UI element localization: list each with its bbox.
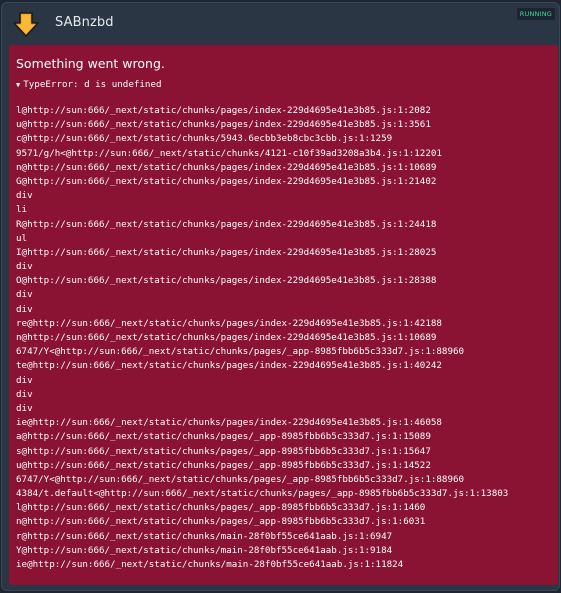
stack-frame: 6747/Y<@http://sun:666/_next/static/chun… [16, 346, 465, 358]
stack-trace: l@http://sun:666/_next/static/chunks/pag… [16, 104, 558, 572]
stack-frame: div [16, 402, 33, 414]
stack-frame: u@http://sun:666/_next/static/chunks/pag… [16, 459, 431, 471]
error-message: TypeError: d is undefined [23, 79, 162, 90]
app-widget-card: SABnzbd RUNNING Something went wrong. ▼ T… [1, 2, 560, 591]
stack-frame: div [16, 388, 33, 400]
stack-frame: div [16, 374, 33, 386]
error-panel: Something went wrong. ▼ TypeError: d is u… [9, 45, 558, 585]
stack-frame: s@http://sun:666/_next/static/chunks/pag… [16, 445, 431, 457]
error-title: Something went wrong. [16, 56, 165, 71]
stack-frame: re@http://sun:666/_next/static/chunks/pa… [16, 317, 442, 329]
stack-frame: te@http://sun:666/_next/static/chunks/pa… [16, 360, 442, 372]
stack-frame: O@http://sun:666/_next/static/chunks/pag… [16, 275, 437, 287]
widget-header: SABnzbd RUNNING [2, 3, 559, 43]
stack-frame: ie@http://sun:666/_next/static/chunks/ma… [16, 559, 404, 570]
stack-frame: li [16, 204, 28, 216]
stack-frame: 9571/g/h<@http://sun:666/_next/static/ch… [16, 147, 442, 159]
disclosure-triangle-icon: ▼ [16, 81, 21, 89]
error-details-toggle[interactable]: ▼ TypeError: d is undefined [16, 79, 558, 91]
stack-frame: r@http://sun:666/_next/static/chunks/mai… [16, 530, 393, 542]
sabnzbd-download-arrow-icon [13, 12, 39, 37]
stack-frame: u@http://sun:666/_next/static/chunks/pag… [16, 119, 431, 131]
stack-frame: I@http://sun:666/_next/static/chunks/pag… [16, 246, 437, 258]
stack-frame: n@http://sun:666/_next/static/chunks/pag… [16, 332, 437, 343]
stack-frame: div [16, 303, 33, 315]
stack-frame: l@http://sun:666/_next/static/chunks/pag… [16, 502, 426, 514]
stack-frame: c@http://sun:666/_next/static/chunks/594… [16, 133, 393, 145]
app-title[interactable]: SABnzbd [55, 15, 114, 30]
stack-frame: a@http://sun:666/_next/static/chunks/pag… [16, 431, 431, 443]
stack-frame: l@http://sun:666/_next/static/chunks/pag… [16, 105, 431, 116]
stack-frame: ie@http://sun:666/_next/static/chunks/pa… [16, 417, 442, 429]
stack-frame: div [16, 261, 33, 273]
stack-frame: n@http://sun:666/_next/static/chunks/pag… [16, 516, 426, 528]
stack-frame: 6747/Y<@http://sun:666/_next/static/chun… [16, 473, 465, 485]
stack-frame: 4384/t.default<@http://sun:666/_next/sta… [16, 488, 509, 500]
stack-frame: Y@http://sun:666/_next/static/chunks/mai… [16, 544, 393, 556]
status-badge: RUNNING [516, 8, 555, 20]
stack-frame: div [16, 190, 33, 202]
stack-frame: n@http://sun:666/_next/static/chunks/pag… [16, 161, 437, 173]
stack-frame: G@http://sun:666/_next/static/chunks/pag… [16, 175, 437, 187]
stack-frame: ul [16, 232, 28, 244]
stack-frame: R@http://sun:666/_next/static/chunks/pag… [16, 218, 437, 230]
stack-frame: div [16, 289, 33, 301]
